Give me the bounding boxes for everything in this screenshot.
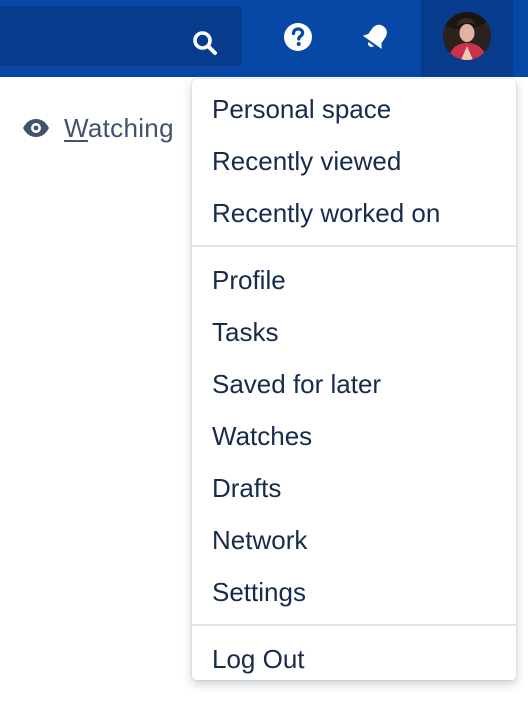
- top-navigation-bar: [0, 0, 528, 77]
- watching-label-accesskey: W: [64, 112, 88, 143]
- menu-item-tasks[interactable]: Tasks: [192, 306, 516, 358]
- avatar-photo: [443, 12, 491, 60]
- menu-item-drafts[interactable]: Drafts: [192, 462, 516, 514]
- menu-section-recent: Personal space Recently viewed Recently …: [192, 83, 516, 239]
- menu-divider: [192, 624, 516, 626]
- bell-icon[interactable]: [359, 21, 393, 53]
- user-dropdown-menu: Personal space Recently viewed Recently …: [192, 79, 516, 680]
- watching-label[interactable]: Watching: [64, 113, 174, 144]
- menu-item-profile[interactable]: Profile: [192, 254, 516, 306]
- menu-section-account: Profile Tasks Saved for later Watches Dr…: [192, 254, 516, 618]
- menu-divider: [192, 245, 516, 247]
- help-icon[interactable]: [283, 22, 313, 52]
- menu-section-session: Log Out: [192, 633, 516, 685]
- menu-item-recently-worked-on[interactable]: Recently worked on: [192, 187, 516, 239]
- eye-icon: [23, 119, 49, 137]
- menu-item-log-out[interactable]: Log Out: [192, 633, 516, 685]
- menu-item-recently-viewed[interactable]: Recently viewed: [192, 135, 516, 187]
- menu-item-settings[interactable]: Settings: [192, 566, 516, 618]
- menu-item-watches[interactable]: Watches: [192, 410, 516, 462]
- search-input[interactable]: [0, 6, 242, 66]
- avatar[interactable]: [443, 12, 491, 60]
- watching-toggle[interactable]: Watching: [22, 108, 174, 148]
- menu-item-personal-space[interactable]: Personal space: [192, 83, 516, 135]
- watching-label-rest: atching: [87, 112, 174, 143]
- menu-item-network[interactable]: Network: [192, 514, 516, 566]
- user-menu-trigger[interactable]: [421, 0, 513, 77]
- menu-item-saved-for-later[interactable]: Saved for later: [192, 358, 516, 410]
- search-icon[interactable]: [191, 29, 219, 57]
